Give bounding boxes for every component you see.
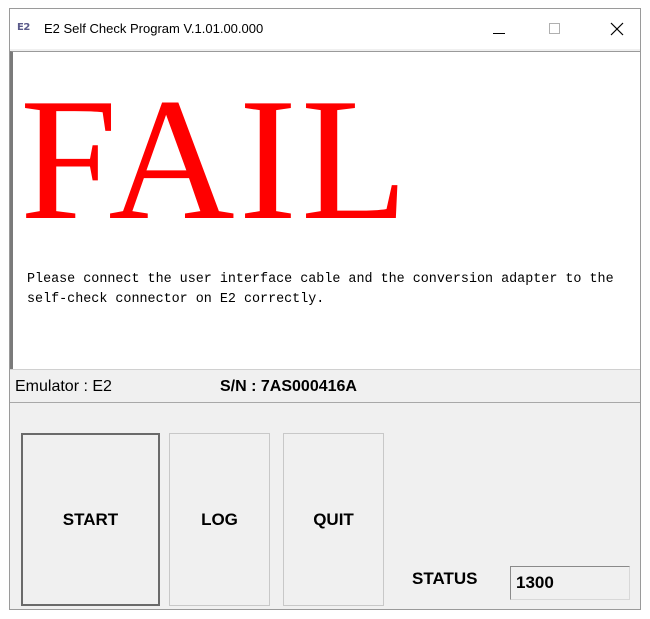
- minimize-button[interactable]: [476, 9, 522, 49]
- close-button[interactable]: [594, 9, 640, 49]
- emulator-label: Emulator : E2: [15, 378, 112, 395]
- result-panel: FAIL Please connect the user interface c…: [10, 51, 640, 369]
- self-check-window: E2 E2 Self Check Program V.1.01.00.000 F…: [9, 8, 641, 610]
- log-button[interactable]: LOG: [169, 433, 270, 606]
- close-icon: [610, 22, 624, 36]
- result-message: Please connect the user interface cable …: [27, 272, 614, 307]
- status-label: STATUS: [412, 569, 478, 588]
- serial-number-label: S/N : 7AS000416A: [220, 378, 357, 395]
- maximize-button[interactable]: [532, 9, 578, 49]
- quit-button[interactable]: QUIT: [283, 433, 384, 606]
- emulator-info-bar: Emulator : E2 S/N : 7AS000416A: [10, 369, 640, 403]
- result-verdict: FAIL: [20, 62, 412, 256]
- window-title: E2 Self Check Program V.1.01.00.000: [44, 21, 264, 36]
- title-bar[interactable]: E2 E2 Self Check Program V.1.01.00.000: [10, 9, 640, 49]
- start-button[interactable]: START: [21, 433, 160, 606]
- status-field: 1300: [510, 566, 630, 600]
- app-icon: E2: [17, 22, 30, 33]
